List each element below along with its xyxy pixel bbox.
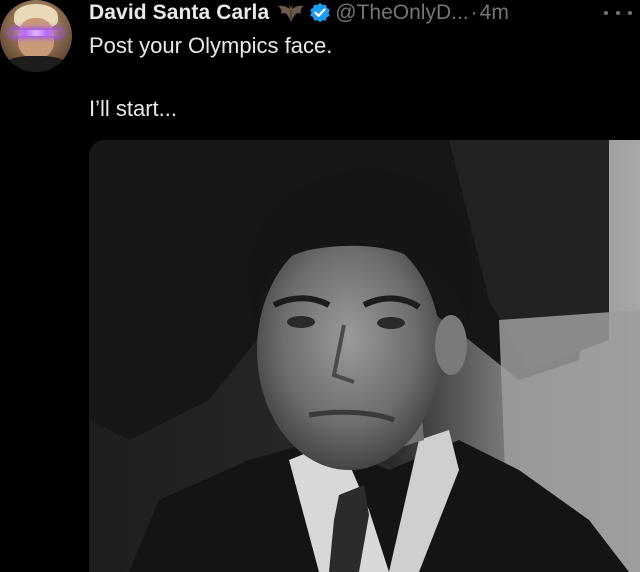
bat-icon bbox=[277, 2, 305, 24]
avatar-face bbox=[18, 18, 54, 58]
tweet-text-line-1: Post your Olympics face. bbox=[89, 33, 333, 58]
more-dot bbox=[616, 11, 620, 15]
tweet-header: David Santa Carla @TheOnlyD... · 4m bbox=[89, 0, 509, 26]
more-dot bbox=[628, 11, 632, 15]
author-name[interactable]: David Santa Carla bbox=[89, 1, 269, 25]
tweet[interactable]: David Santa Carla @TheOnlyD... · 4m Post… bbox=[0, 0, 640, 572]
photo-image bbox=[89, 140, 640, 572]
author-handle[interactable]: @TheOnlyD... bbox=[335, 1, 468, 25]
more-options-icon[interactable] bbox=[604, 6, 632, 20]
avatar-glowing-eyes bbox=[10, 30, 62, 36]
avatar[interactable] bbox=[0, 0, 72, 72]
separator-dot: · bbox=[470, 1, 478, 24]
more-dot bbox=[604, 11, 608, 15]
tweet-text-line-2: I’ll start... bbox=[89, 96, 178, 121]
avatar-shirt bbox=[6, 56, 66, 72]
tweet-photo[interactable] bbox=[89, 140, 640, 572]
verified-badge-icon bbox=[309, 2, 331, 24]
timestamp[interactable]: 4m bbox=[480, 1, 509, 25]
